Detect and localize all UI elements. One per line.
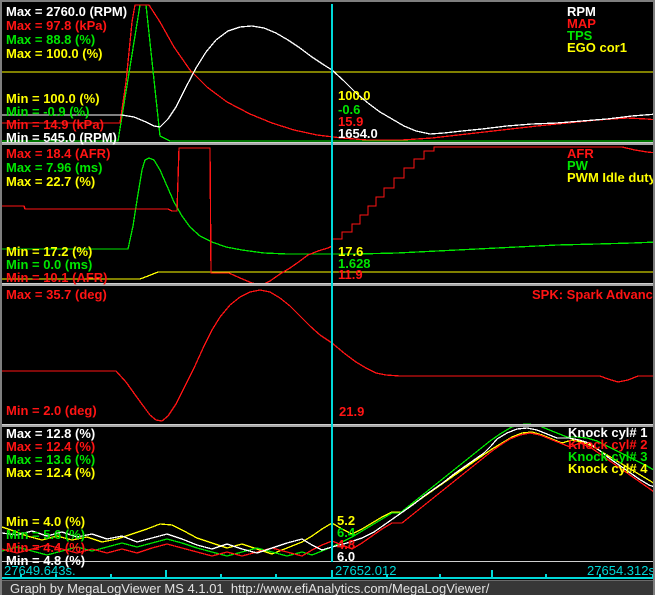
series-knock-cyl-1: [2, 427, 653, 554]
megalogviewer-window: Max = 2760.0 (RPM) Max = 97.8 (kPa) Max = …: [0, 0, 655, 595]
cursor-value: 11.9: [338, 267, 363, 282]
series-knock-cyl-2: [2, 432, 653, 557]
min-label: Min = 10.1 (AFR): [6, 270, 108, 285]
timeline[interactable]: 27649.643s. 27652.012 27654.312s: [2, 562, 655, 580]
timeline-tick-major: [331, 570, 333, 579]
min-label: Min = 545.0 (RPM): [6, 130, 117, 145]
max-label: Max = 97.8 (kPa): [6, 18, 107, 33]
cursor-value: 100.0: [338, 88, 371, 103]
graph-area[interactable]: Max = 2760.0 (RPM) Max = 97.8 (kPa) Max = …: [2, 2, 655, 579]
max-label: Max = 7.96 (ms): [6, 160, 103, 175]
series-knock-cyl-4: [2, 431, 653, 555]
timeline-tick-major: [491, 570, 493, 579]
max-label: Max = 18.4 (AFR): [6, 146, 111, 161]
min-label: Min = 4.8 (%): [6, 553, 86, 568]
legend-item: PWM Idle duty: [567, 170, 655, 185]
status-bar: Graph by MegaLogViewer MS 4.1.01 http://…: [2, 580, 653, 595]
timeline-tick-minor: [110, 574, 112, 579]
max-label: Max = 2760.0 (RPM): [6, 4, 128, 19]
timeline-tick-minor: [220, 574, 222, 579]
max-label: Max = 22.7 (%): [6, 174, 96, 189]
legend-item: EGO cor1: [567, 40, 627, 55]
timeline-tick-minor: [439, 574, 441, 579]
timeline-baseline: [2, 577, 653, 579]
min-label: Min = 2.0 (deg): [6, 403, 97, 418]
max-label: Max = 100.0 (%): [6, 46, 103, 61]
cursor-value: 1654.0: [338, 126, 378, 141]
legend-item: Knock cyl# 4: [568, 461, 648, 476]
timeline-tick-major: [165, 570, 167, 579]
cursor-value: 21.9: [339, 404, 365, 419]
max-label: Max = 88.8 (%): [6, 32, 96, 47]
timeline-tick-minor: [275, 574, 277, 579]
max-label: Max = 35.7 (deg): [6, 287, 107, 302]
time-cursor[interactable]: [331, 4, 333, 579]
cursor-value: 6.0: [337, 549, 356, 564]
max-label: Max = 12.4 (%): [6, 465, 96, 480]
timeline-cursor-time: 27652.012: [335, 563, 397, 578]
legend-item: SPK: Spark Advance: [532, 287, 655, 302]
timeline-end-time: 27654.312s: [587, 563, 655, 578]
panel-divider: [2, 424, 653, 427]
series-spk-spark-advance: [2, 289, 653, 422]
timeline-tick-minor: [545, 574, 547, 579]
